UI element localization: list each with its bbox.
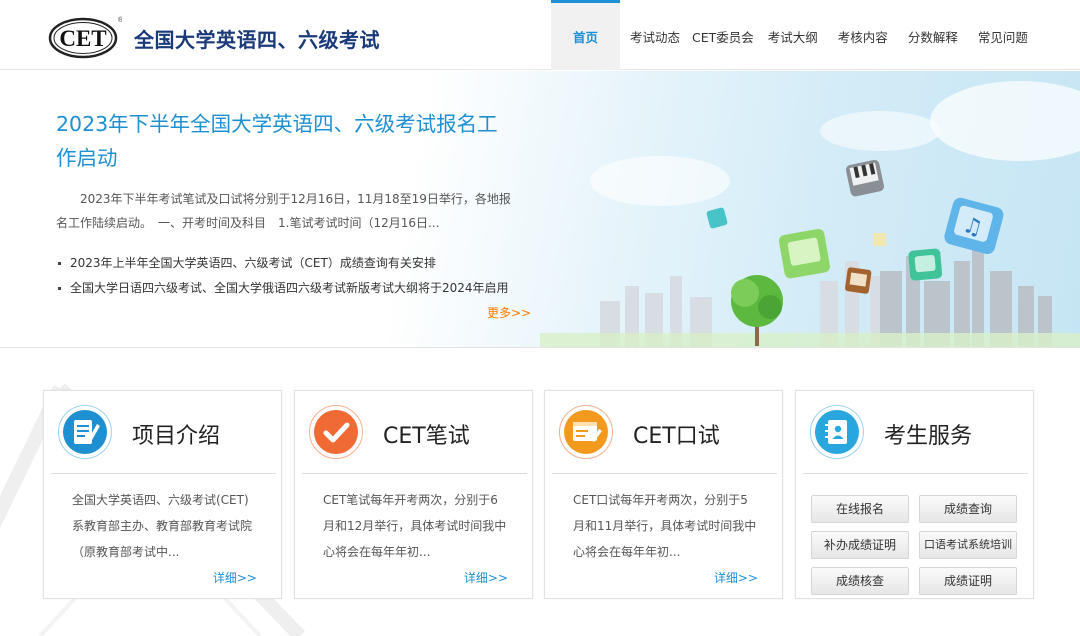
score-query-button[interactable]: 成绩查询 — [919, 495, 1017, 523]
details-link[interactable]: 详细>> — [464, 569, 508, 586]
main-nav: 首页 考试动态 CET委员会 考试大纲 考核内容 分数解释 常见问题 — [551, 0, 1034, 70]
card-title[interactable]: 考生服务 — [884, 418, 972, 450]
svg-text:CET: CET — [59, 26, 106, 51]
details-link[interactable]: 详细>> — [714, 569, 758, 586]
card-cet-written: CET笔试 CET笔试每年开考两次，分别于6月和12月举行，具体考试时间我中心将… — [294, 390, 533, 599]
nav-exam-syllabus[interactable]: 考试大纲 — [760, 0, 832, 70]
score-certificate-button[interactable]: 成绩证明 — [919, 567, 1017, 595]
card-divider — [552, 473, 777, 474]
news-item[interactable]: 全国大学日语四六级考试、全国大学俄语四六级考试新版考试大纲将于2024年启用 — [58, 276, 509, 301]
card-divider — [302, 473, 527, 474]
feature-cards: 项目介绍 全国大学英语四、六级考试(CET)系教育部主办、教育部教育考试院（原教… — [43, 390, 1035, 600]
city-illustration: ♫ — [540, 81, 1080, 347]
details-link[interactable]: 详细>> — [213, 569, 257, 586]
nav-cet-committee[interactable]: CET委员会 — [686, 0, 760, 70]
card-title[interactable]: CET笔试 — [383, 418, 470, 450]
nav-home[interactable]: 首页 — [551, 0, 620, 70]
nav-score-explanation[interactable]: 分数解释 — [902, 0, 972, 70]
news-item[interactable]: 2023年上半年全国大学英语四、六级考试（CET）成绩查询有关安排 — [58, 251, 509, 276]
card-candidate-services: 考生服务 在线报名 成绩查询 补办成绩证明 口语考试系统培训 成绩核查 成绩证明 — [795, 390, 1034, 599]
more-news-link[interactable]: 更多>> — [487, 304, 531, 321]
headline-link[interactable]: 2023年下半年全国大学英语四、六级考试报名工作启动 — [56, 107, 516, 175]
nav-exam-content[interactable]: 考核内容 — [832, 0, 902, 70]
document-edit-icon — [58, 405, 112, 459]
headline-summary: 2023年下半年考试笔试及口试将分别于12月16日，11月18至19日举行，各地… — [56, 192, 511, 230]
score-review-button[interactable]: 成绩核查 — [811, 567, 909, 595]
news-list: 2023年上半年全国大学英语四、六级考试（CET）成绩查询有关安排 全国大学日语… — [58, 251, 509, 301]
reissue-certificate-button[interactable]: 补办成绩证明 — [811, 531, 909, 559]
card-description: CET口试每年开考两次，分别于5月和11月举行，具体考试时间我中心将会在每年年初… — [573, 493, 757, 559]
nav-faq[interactable]: 常见问题 — [972, 0, 1034, 70]
card-title[interactable]: 项目介绍 — [132, 418, 220, 450]
card-cet-oral: CET口试 CET口试每年开考两次，分别于5月和11月举行，具体考试时间我中心将… — [544, 390, 783, 599]
svg-text:®: ® — [118, 16, 122, 24]
hero-banner: ♫ 2023年下半年全国大学英语四、六级考试报名工作启动 2023年下半年考试笔… — [0, 71, 1080, 348]
card-project-intro: 项目介绍 全国大学英语四、六级考试(CET)系教育部主办、教育部教育考试院（原教… — [43, 390, 282, 599]
card-description: CET笔试每年开考两次，分别于6月和12月举行，具体考试时间我中心将会在每年年初… — [323, 493, 507, 559]
cet-logo[interactable]: CET ® — [48, 13, 122, 59]
card-divider — [803, 473, 1028, 474]
card-title[interactable]: CET口试 — [633, 418, 720, 450]
checkmark-icon — [309, 405, 363, 459]
site-header: CET ® 全国大学英语四、六级考试 首页 考试动态 CET委员会 考试大纲 考… — [0, 0, 1080, 70]
contact-book-icon — [810, 405, 864, 459]
oral-system-training-button[interactable]: 口语考试系统培训 — [919, 531, 1017, 559]
card-divider — [51, 473, 276, 474]
online-registration-button[interactable]: 在线报名 — [811, 495, 909, 523]
nav-exam-news[interactable]: 考试动态 — [620, 0, 686, 70]
site-title: 全国大学英语四、六级考试 — [134, 28, 380, 52]
card-description: 全国大学英语四、六级考试(CET)系教育部主办、教育部教育考试院（原教育部考试中… — [72, 493, 253, 559]
screen-pen-icon — [559, 405, 613, 459]
